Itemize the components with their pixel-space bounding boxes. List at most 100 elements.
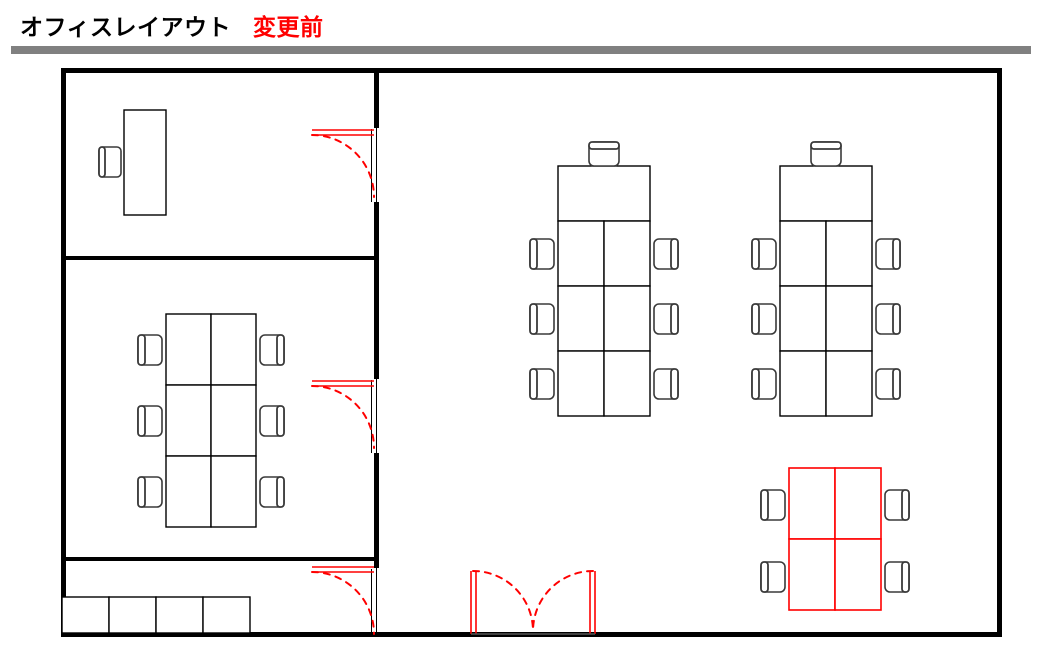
chair-left[interactable] bbox=[751, 238, 777, 270]
desk-unit bbox=[557, 285, 605, 352]
title-main-text: オフィスレイアウト bbox=[20, 14, 232, 40]
desk-unit bbox=[557, 350, 605, 417]
desk-unit-highlighted bbox=[788, 467, 836, 540]
screenshot-root: オフィスレイアウト 変更前 bbox=[0, 0, 1042, 662]
chair-left[interactable] bbox=[137, 405, 163, 437]
chair-backrest bbox=[670, 238, 679, 270]
chair-left[interactable] bbox=[760, 489, 786, 521]
chair-right[interactable] bbox=[259, 405, 285, 437]
cabinet-row[interactable] bbox=[61, 596, 251, 634]
chair-backrest bbox=[588, 141, 620, 150]
entrance-double-door[interactable] bbox=[470, 570, 596, 635]
chair-right[interactable] bbox=[259, 476, 285, 508]
desk-unit bbox=[210, 384, 257, 457]
chair-right[interactable] bbox=[875, 368, 901, 400]
chair-backrest bbox=[892, 238, 901, 270]
chair-left[interactable] bbox=[529, 303, 555, 335]
desk-unit bbox=[825, 350, 873, 417]
cabinet-unit bbox=[155, 596, 204, 634]
chair-backrest bbox=[529, 238, 538, 270]
floor-plan-svg bbox=[61, 68, 1002, 637]
door-swing-arc bbox=[311, 571, 375, 635]
door-bottom-left-room[interactable] bbox=[311, 566, 375, 635]
chair-left[interactable] bbox=[529, 238, 555, 270]
desk-unit-highlighted bbox=[834, 467, 882, 540]
chair-backrest bbox=[276, 405, 285, 437]
door-right-swing-arc bbox=[532, 570, 594, 632]
chair-right[interactable] bbox=[884, 561, 910, 593]
chair-left[interactable] bbox=[751, 368, 777, 400]
chair-backrest bbox=[529, 303, 538, 335]
chair-backrest bbox=[901, 489, 910, 521]
desk-unit bbox=[603, 350, 651, 417]
door-swing-arc bbox=[311, 134, 375, 198]
desk-cluster-room-middle-left[interactable] bbox=[137, 313, 285, 528]
desk-unit bbox=[210, 313, 257, 386]
cabinet-unit bbox=[202, 596, 251, 634]
desk-unit bbox=[825, 285, 873, 352]
chair-left[interactable] bbox=[751, 303, 777, 335]
desk-unit bbox=[165, 455, 212, 528]
chair-right[interactable] bbox=[653, 238, 679, 270]
desk-unit bbox=[165, 313, 212, 386]
desk-head bbox=[557, 165, 651, 222]
chair-top[interactable] bbox=[588, 141, 620, 167]
chair-left[interactable] bbox=[137, 334, 163, 366]
chair-backrest bbox=[276, 334, 285, 366]
chair-right[interactable] bbox=[259, 334, 285, 366]
partition-horizontal-upper bbox=[61, 256, 379, 260]
desk-unit bbox=[779, 220, 827, 287]
chair-right[interactable] bbox=[875, 303, 901, 335]
chair-right[interactable] bbox=[875, 238, 901, 270]
chair-top[interactable] bbox=[810, 141, 842, 167]
outer-wall-right bbox=[997, 68, 1002, 637]
desk-unit bbox=[603, 285, 651, 352]
cabinet-unit bbox=[61, 596, 110, 634]
desk-unit bbox=[779, 285, 827, 352]
door-middle-left-room[interactable] bbox=[311, 380, 375, 449]
desk-cluster-right[interactable] bbox=[751, 141, 901, 417]
executive-desk[interactable] bbox=[98, 109, 167, 216]
header-divider-bar bbox=[11, 46, 1031, 54]
desk-cluster-highlighted[interactable] bbox=[760, 467, 910, 611]
desk-cluster-center[interactable] bbox=[529, 141, 679, 417]
chair-left[interactable] bbox=[760, 561, 786, 593]
chair-backrest bbox=[670, 303, 679, 335]
chair-backrest bbox=[137, 405, 146, 437]
chair-left[interactable] bbox=[529, 368, 555, 400]
outer-wall-left bbox=[61, 68, 66, 637]
chair-backrest bbox=[892, 368, 901, 400]
desk-unit-highlighted bbox=[788, 538, 836, 611]
desk-head bbox=[779, 165, 873, 222]
chair-backrest bbox=[751, 238, 760, 270]
page-header: オフィスレイアウト 変更前 bbox=[0, 0, 1042, 56]
chair-backrest bbox=[810, 141, 842, 150]
desk-unit bbox=[779, 350, 827, 417]
chair-backrest bbox=[137, 476, 146, 508]
desk-unit bbox=[603, 220, 651, 287]
desk-top bbox=[123, 109, 167, 216]
chair-right[interactable] bbox=[653, 368, 679, 400]
chair-left[interactable] bbox=[137, 476, 163, 508]
title-sub-text: 変更前 bbox=[253, 14, 324, 40]
partition-vertical-seg-1 bbox=[374, 68, 379, 128]
outer-wall-top bbox=[61, 68, 1002, 73]
page-title: オフィスレイアウト 変更前 bbox=[20, 8, 324, 42]
partition-vertical-seg-2 bbox=[374, 202, 379, 379]
chair-backrest bbox=[751, 368, 760, 400]
chair-backrest bbox=[529, 368, 538, 400]
chair-backrest bbox=[901, 561, 910, 593]
chair-backrest bbox=[137, 334, 146, 366]
chair-right[interactable] bbox=[653, 303, 679, 335]
chair-backrest bbox=[760, 489, 769, 521]
door-left-swing-arc bbox=[472, 570, 534, 632]
cabinet-unit bbox=[108, 596, 157, 634]
desk-unit bbox=[210, 455, 257, 528]
chair-executive[interactable] bbox=[98, 146, 122, 178]
door-swing-arc bbox=[311, 385, 375, 449]
chair-backrest bbox=[892, 303, 901, 335]
door-top-left-room[interactable] bbox=[311, 129, 375, 198]
desk-unit bbox=[557, 220, 605, 287]
chair-right[interactable] bbox=[884, 489, 910, 521]
chair-backrest bbox=[276, 476, 285, 508]
